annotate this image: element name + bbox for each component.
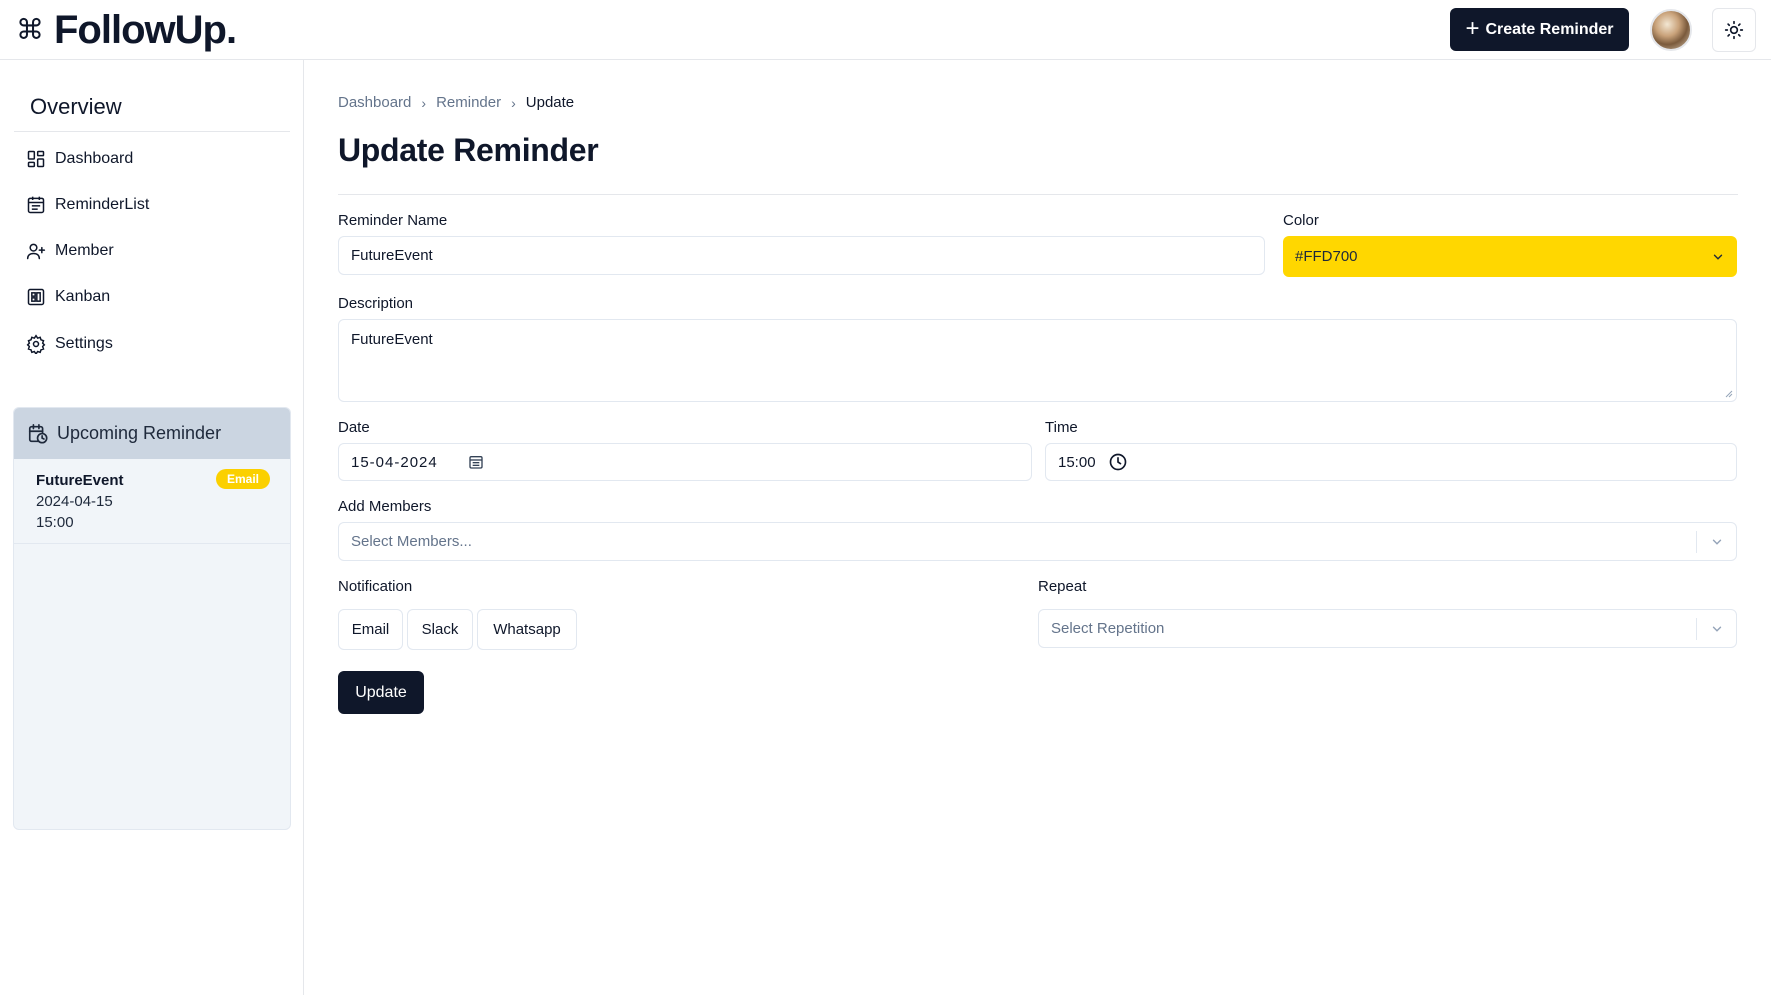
date-value: 15-04-2024 <box>351 453 438 471</box>
plus-icon: + <box>1465 14 1480 42</box>
upcoming-reminder-title: Upcoming Reminder <box>57 423 222 443</box>
chevron-right-icon: › <box>511 94 516 111</box>
clock-icon[interactable] <box>1108 452 1128 472</box>
breadcrumb: Dashboard › Reminder › Update <box>338 94 574 111</box>
user-plus-icon <box>26 243 46 260</box>
reminder-name-value: FutureEvent <box>351 247 433 264</box>
notification-label: Notification <box>338 578 413 595</box>
chevron-down-icon <box>1712 539 1721 545</box>
description-label: Description <box>338 295 414 312</box>
sidebar-item-dashboard[interactable]: Dashboard <box>26 149 133 169</box>
color-label: Color <box>1283 212 1319 229</box>
chevron-down-icon <box>1713 254 1723 260</box>
divider <box>338 194 1738 195</box>
theme-toggle-button[interactable] <box>1712 8 1756 52</box>
upcoming-reminder-header: Upcoming Reminder <box>14 408 290 459</box>
notification-email-button[interactable]: Email <box>338 609 403 650</box>
time-label: Time <box>1045 419 1078 436</box>
logo[interactable]: ⌘ FollowUp. <box>16 8 237 52</box>
kanban-icon <box>27 288 45 306</box>
divider <box>14 131 290 132</box>
create-reminder-button[interactable]: + Create Reminder <box>1450 8 1629 51</box>
date-input[interactable]: 15-04-2024 <box>338 443 1032 481</box>
repeat-dropdown-toggle[interactable] <box>1696 618 1736 640</box>
sidebar-heading: Overview <box>30 94 122 119</box>
sidebar-item-label: Settings <box>55 335 113 352</box>
reminder-name-input[interactable]: FutureEvent <box>338 236 1265 275</box>
breadcrumb-update: Update <box>525 94 575 111</box>
description-textarea[interactable]: FutureEvent <box>338 319 1737 402</box>
gear-icon <box>26 334 46 354</box>
calendar-clock-icon <box>28 423 48 444</box>
logo-text: FollowUp. <box>54 8 237 52</box>
sidebar-item-reminderlist[interactable]: ReminderList <box>26 195 149 215</box>
time-input[interactable]: 15:00 <box>1045 443 1737 481</box>
reminder-time: 15:00 <box>36 514 74 531</box>
sidebar-item-label: Dashboard <box>55 150 134 167</box>
sidebar-item-member[interactable]: Member <box>26 241 114 261</box>
color-select[interactable]: #FFD700 <box>1283 236 1737 277</box>
date-label: Date <box>338 419 370 436</box>
sidebar-item-label: ReminderList <box>55 196 150 213</box>
chevron-right-icon: › <box>421 94 427 111</box>
breadcrumb-reminder[interactable]: Reminder <box>436 94 501 111</box>
avatar[interactable] <box>1650 9 1692 51</box>
members-placeholder: Select Members... <box>351 533 472 550</box>
notification-slack-button[interactable]: Slack <box>407 609 473 650</box>
sidebar-item-kanban[interactable]: Kanban <box>26 287 110 307</box>
reminder-date: 2024-04-15 <box>36 493 113 510</box>
sidebar-item-settings[interactable]: Settings <box>26 334 113 354</box>
command-icon: ⌘ <box>16 13 44 46</box>
time-value: 15:00 <box>1058 453 1096 471</box>
sidebar: Overview Dashboard ReminderList Member K… <box>0 60 304 995</box>
upcoming-reminder-panel: Upcoming Reminder FutureEvent 2024-04-15… <box>13 407 291 830</box>
status-badge: Email <box>215 469 270 489</box>
description-value: FutureEvent <box>351 331 433 348</box>
list-item[interactable]: FutureEvent 2024-04-15 15:00 Email <box>14 459 290 544</box>
members-dropdown-toggle[interactable] <box>1696 531 1736 553</box>
chevron-down-icon <box>1712 626 1721 632</box>
resize-handle-icon[interactable] <box>1725 390 1733 398</box>
dashboard-icon <box>27 150 45 168</box>
sun-icon <box>1724 20 1744 40</box>
update-button[interactable]: Update <box>338 671 424 714</box>
repeat-select[interactable]: Select Repetition <box>1038 609 1737 648</box>
sidebar-item-label: Kanban <box>55 288 111 305</box>
color-value: #FFD700 <box>1295 248 1358 265</box>
calendar-list-icon <box>27 196 45 214</box>
add-members-label: Add Members <box>338 498 432 515</box>
page-title: Update Reminder <box>338 132 599 168</box>
top-bar: ⌘ FollowUp. + Create Reminder <box>0 0 1771 60</box>
members-select[interactable]: Select Members... <box>338 522 1737 561</box>
breadcrumb-dashboard[interactable]: Dashboard <box>338 94 411 111</box>
sidebar-item-label: Member <box>55 242 114 259</box>
repeat-placeholder: Select Repetition <box>1051 620 1165 637</box>
reminder-name-label: Reminder Name <box>338 212 448 229</box>
repeat-label: Repeat <box>1038 578 1087 595</box>
notification-whatsapp-button[interactable]: Whatsapp <box>477 609 577 650</box>
calendar-icon[interactable] <box>468 454 484 470</box>
create-reminder-label: Create Reminder <box>1485 20 1614 38</box>
